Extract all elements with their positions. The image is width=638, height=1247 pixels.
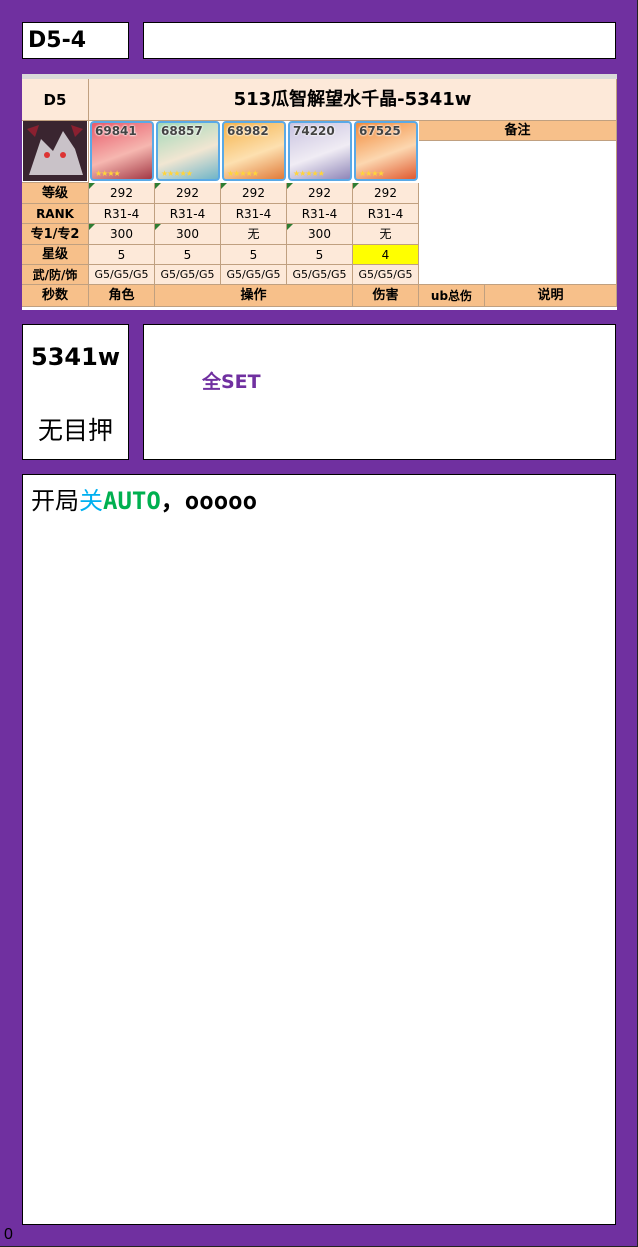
gear-cell: G5/G5/G5 bbox=[353, 265, 419, 285]
rarity-stars: ★★★★★ bbox=[293, 169, 325, 178]
remarks-header: 备注 bbox=[419, 121, 617, 141]
header-seconds: 秒数 bbox=[22, 285, 89, 307]
header-notes: 说明 bbox=[485, 285, 617, 307]
operations-box[interactable]: 开局关AUTO，ooooo bbox=[22, 474, 616, 1225]
ex-cell: 300 bbox=[155, 224, 221, 245]
ex-cell: 无 bbox=[353, 224, 419, 245]
rank-cell: R31-4 bbox=[287, 204, 353, 224]
row-label-gear: 武/防/饰 bbox=[22, 265, 89, 285]
damage-box: 5341w 无目押 bbox=[22, 324, 129, 460]
level-cell: 292 bbox=[287, 183, 353, 204]
ops-comma: ， bbox=[160, 487, 185, 515]
ops-auto: AUTO bbox=[103, 487, 161, 515]
remarks-area bbox=[419, 141, 617, 285]
ex-cell: 300 bbox=[89, 224, 155, 245]
character-id: 68857 bbox=[161, 124, 203, 138]
ops-rest: ooooo bbox=[184, 487, 258, 515]
level-cell: 292 bbox=[353, 183, 419, 204]
ops-prefix: 开局 bbox=[31, 487, 79, 515]
boss-cell bbox=[22, 121, 89, 183]
star-cell: 5 bbox=[155, 245, 221, 265]
character-portrait-3[interactable]: 68982 ★★★★★ bbox=[222, 121, 286, 181]
name-field[interactable] bbox=[143, 22, 616, 59]
header-ub-total: ub总伤 bbox=[419, 285, 485, 307]
character-portrait-1[interactable]: 69841 ★★★★ bbox=[90, 121, 154, 181]
team-title: 513瓜智解望水千晶-5341w bbox=[89, 79, 617, 121]
gear-cell: G5/G5/G5 bbox=[155, 265, 221, 285]
level-cell: 292 bbox=[221, 183, 287, 204]
header-damage: 伤害 bbox=[353, 285, 419, 307]
character-id: 68982 bbox=[227, 124, 269, 138]
row-label-star: 星级 bbox=[22, 245, 89, 265]
rarity-stars: ★★★★★ bbox=[227, 169, 259, 178]
rank-cell: R31-4 bbox=[89, 204, 155, 224]
character-portrait-2[interactable]: 68857 ★★★★★ bbox=[156, 121, 220, 181]
row-label-ex: 专1/专2 bbox=[22, 224, 89, 245]
star-cell: 5 bbox=[287, 245, 353, 265]
boss-portrait-icon bbox=[23, 121, 87, 181]
row-label-level: 等级 bbox=[22, 183, 89, 204]
star-cell: 5 bbox=[89, 245, 155, 265]
ex-cell: 无 bbox=[221, 224, 287, 245]
gear-cell: G5/G5/G5 bbox=[89, 265, 155, 285]
ops-off: 关 bbox=[79, 487, 103, 515]
ex-cell: 300 bbox=[287, 224, 353, 245]
character-portrait-5[interactable]: 67525 ★★★★ bbox=[354, 121, 418, 181]
rank-cell: R31-4 bbox=[221, 204, 287, 224]
boss-code: D5 bbox=[22, 79, 89, 121]
star-cell-highlighted: 4 bbox=[353, 245, 419, 265]
set-box: 全SET bbox=[143, 324, 616, 460]
set-text: 全SET bbox=[202, 371, 261, 393]
corner-label: 0 bbox=[4, 1226, 13, 1243]
gear-cell: G5/G5/G5 bbox=[287, 265, 353, 285]
character-id: 69841 bbox=[95, 124, 137, 138]
character-id: 74220 bbox=[293, 124, 335, 138]
rarity-stars: ★★★★★ bbox=[161, 169, 193, 178]
rank-cell: R31-4 bbox=[353, 204, 419, 224]
operations-line: 开局关AUTO，ooooo bbox=[31, 481, 257, 516]
damage-value: 5341w bbox=[31, 343, 120, 371]
level-cell: 292 bbox=[155, 183, 221, 204]
rarity-stars: ★★★★ bbox=[95, 169, 121, 178]
header-role: 角色 bbox=[89, 285, 155, 307]
stage-title: D5-4 bbox=[22, 22, 129, 59]
team-table: D5 513瓜智解望水千晶-5341w 69841 ★★★★ 68857 ★★★… bbox=[22, 74, 617, 310]
header-action: 操作 bbox=[155, 285, 353, 307]
rank-cell: R31-4 bbox=[155, 204, 221, 224]
row-label-rank: RANK bbox=[22, 204, 89, 224]
damage-note: 无目押 bbox=[37, 416, 113, 445]
level-cell: 292 bbox=[89, 183, 155, 204]
character-id: 67525 bbox=[359, 124, 401, 138]
rarity-stars: ★★★★ bbox=[359, 169, 385, 178]
star-cell: 5 bbox=[221, 245, 287, 265]
gear-cell: G5/G5/G5 bbox=[221, 265, 287, 285]
character-portrait-4[interactable]: 74220 ★★★★★ bbox=[288, 121, 352, 181]
